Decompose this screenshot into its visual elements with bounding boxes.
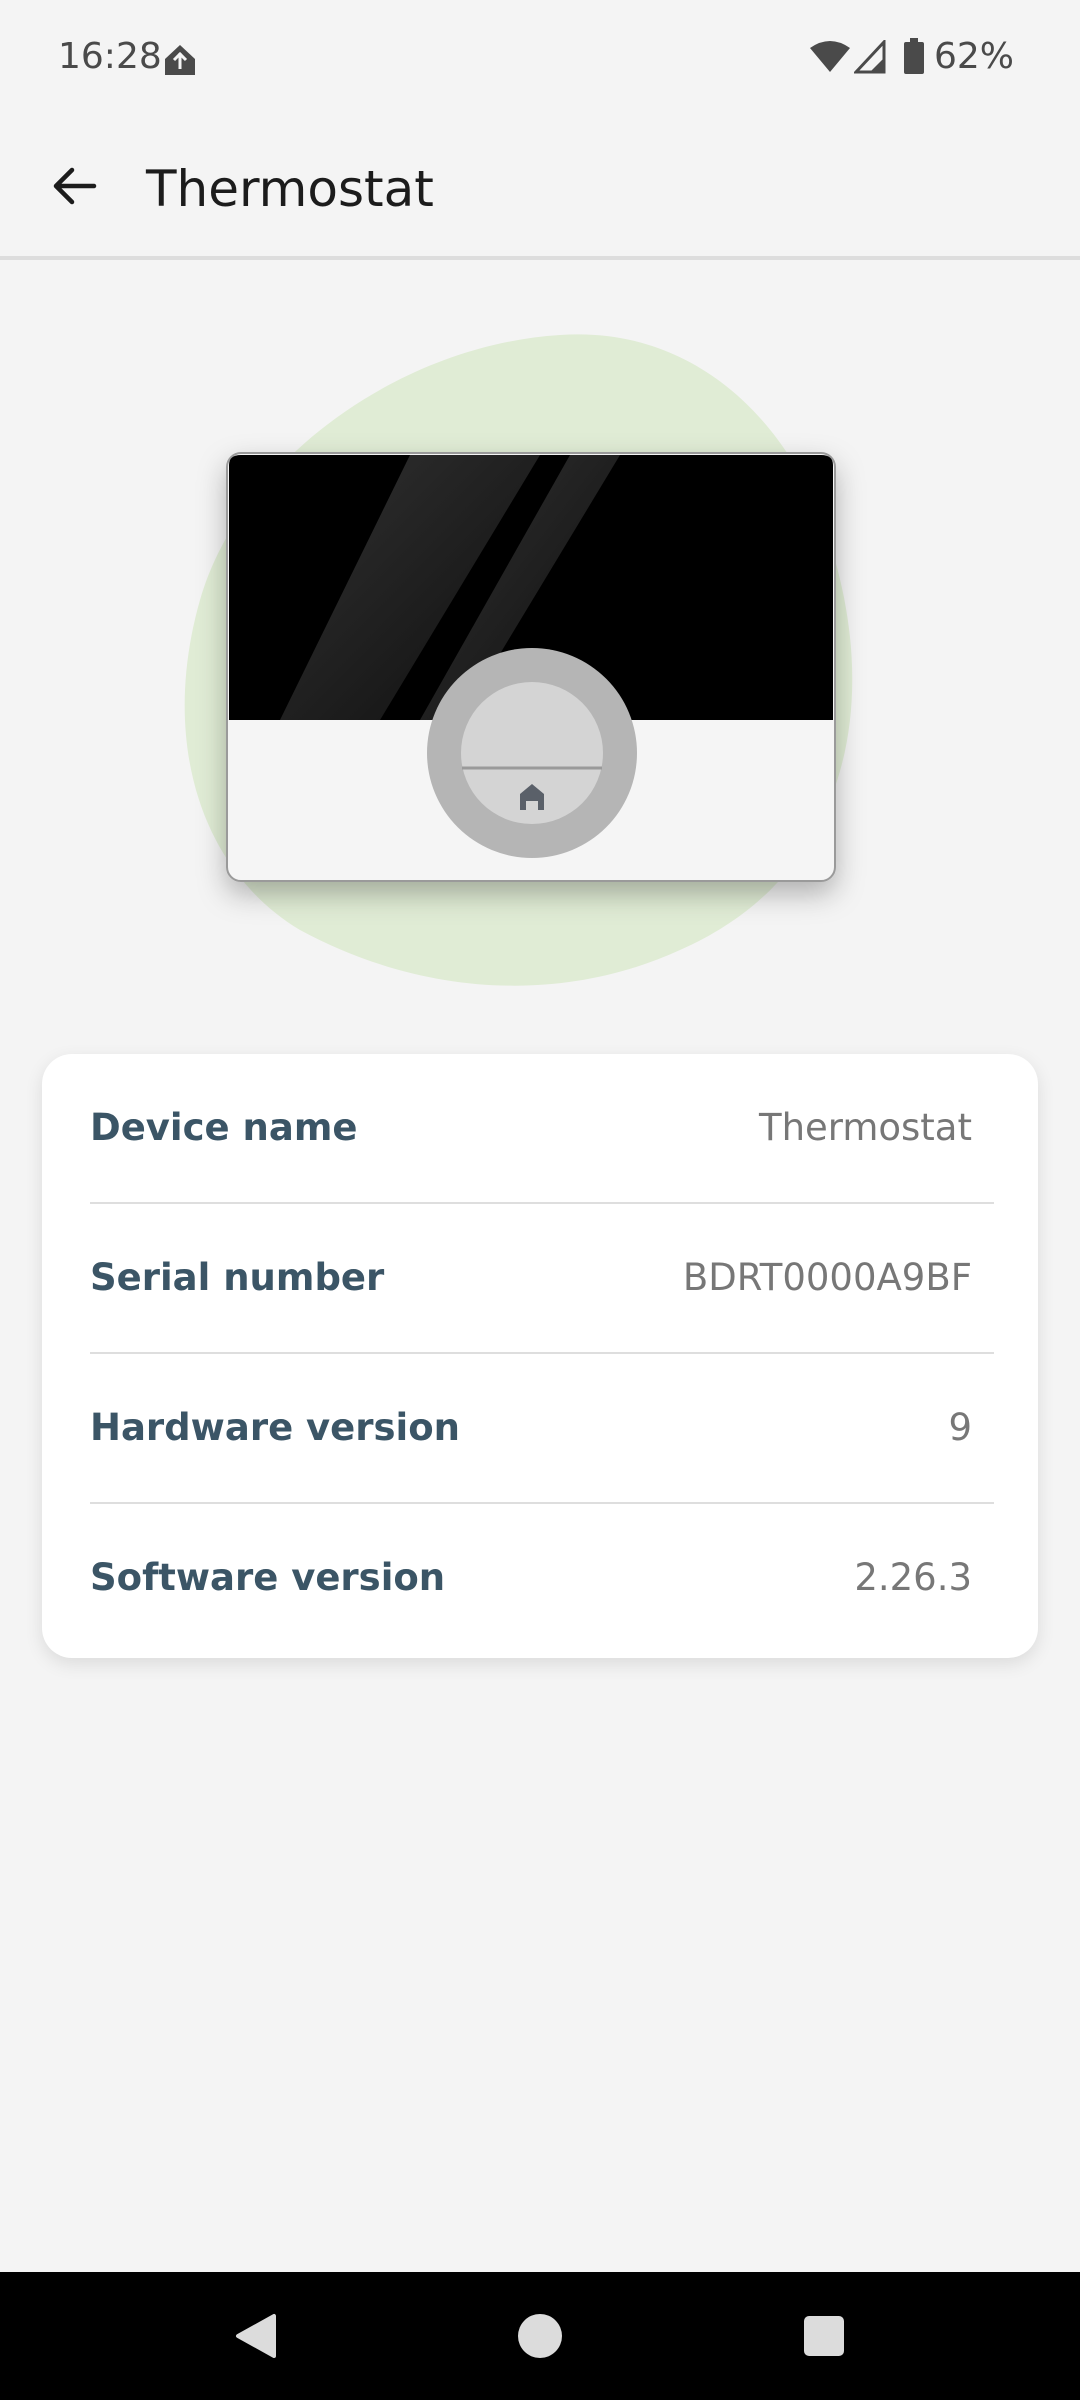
nav-recents-button[interactable] (794, 2306, 854, 2366)
system-navigation-bar (0, 2272, 1080, 2400)
serial-number-value: BDRT0000A9BF (682, 1256, 972, 1299)
serial-number-label: Serial number (90, 1256, 385, 1299)
app-bar: Thermostat (0, 118, 1080, 260)
status-bar: 16:28 62% (0, 0, 1080, 118)
app-notification-icon (165, 45, 195, 75)
back-triangle-icon (236, 2314, 276, 2358)
cell-signal-icon (854, 40, 886, 74)
device-info-card: Device name Thermostat Serial number BDR… (42, 1054, 1038, 1658)
nav-back-button[interactable] (226, 2306, 286, 2366)
page-title: Thermostat (146, 160, 434, 218)
status-time: 16:28 (58, 36, 162, 77)
hardware-version-row: Hardware version 9 (90, 1354, 994, 1504)
hardware-version-label: Hardware version (90, 1406, 460, 1449)
nav-home-button[interactable] (510, 2306, 570, 2366)
home-circle-icon (518, 2314, 562, 2358)
device-name-row: Device name Thermostat (90, 1054, 994, 1204)
arrow-left-icon (53, 167, 97, 205)
battery-percentage: 62% (934, 36, 1015, 77)
software-version-value: 2.26.3 (854, 1556, 972, 1599)
device-name-value: Thermostat (758, 1106, 972, 1149)
battery-icon (904, 38, 924, 74)
software-version-label: Software version (90, 1556, 446, 1599)
serial-number-row: Serial number BDRT0000A9BF (90, 1204, 994, 1354)
software-version-row: Software version 2.26.3 (90, 1504, 994, 1654)
wifi-icon (810, 41, 850, 72)
back-button[interactable] (42, 154, 106, 218)
device-name-label: Device name (90, 1106, 358, 1149)
thermostat-illustration (184, 334, 853, 986)
recents-square-icon (804, 2316, 844, 2356)
hardware-version-value: 9 (948, 1406, 972, 1449)
